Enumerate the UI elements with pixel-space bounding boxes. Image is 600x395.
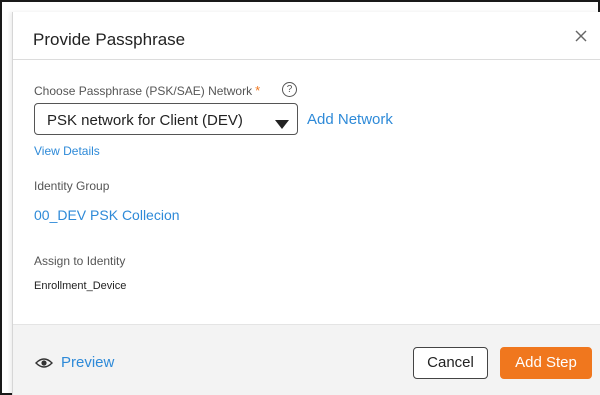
network-select-value: PSK network for Client (DEV) bbox=[47, 112, 243, 129]
question-circle-icon[interactable]: ? bbox=[282, 82, 297, 97]
assign-identity-label: Assign to Identity bbox=[34, 254, 126, 268]
required-marker: * bbox=[255, 83, 261, 98]
dialog-footer: Preview Cancel Add Step bbox=[13, 324, 600, 395]
add-step-button[interactable]: Add Step bbox=[500, 347, 592, 379]
window-frame: Provide Passphrase Choose Passphrase (PS… bbox=[0, 0, 600, 395]
preview-label: Preview bbox=[61, 354, 115, 371]
cancel-button[interactable]: Cancel bbox=[413, 347, 488, 379]
network-field-label: Choose Passphrase (PSK/SAE) Network * bbox=[34, 83, 260, 98]
close-icon[interactable] bbox=[571, 26, 591, 46]
assign-identity-value: Enrollment_Device bbox=[34, 280, 127, 292]
view-details-link[interactable]: View Details bbox=[34, 144, 100, 158]
eye-icon bbox=[35, 356, 53, 374]
dialog-header: Provide Passphrase bbox=[13, 12, 600, 60]
add-network-link[interactable]: Add Network bbox=[307, 111, 393, 128]
network-select[interactable]: PSK network for Client (DEV) bbox=[34, 103, 298, 135]
identity-group-label: Identity Group bbox=[34, 179, 110, 193]
caret-down-icon bbox=[275, 116, 289, 134]
provide-passphrase-dialog: Provide Passphrase Choose Passphrase (PS… bbox=[12, 12, 600, 395]
identity-group-link[interactable]: 00_DEV PSK Collecion bbox=[34, 207, 180, 223]
dialog-title: Provide Passphrase bbox=[33, 30, 186, 49]
network-label-text: Choose Passphrase (PSK/SAE) Network bbox=[34, 84, 253, 98]
